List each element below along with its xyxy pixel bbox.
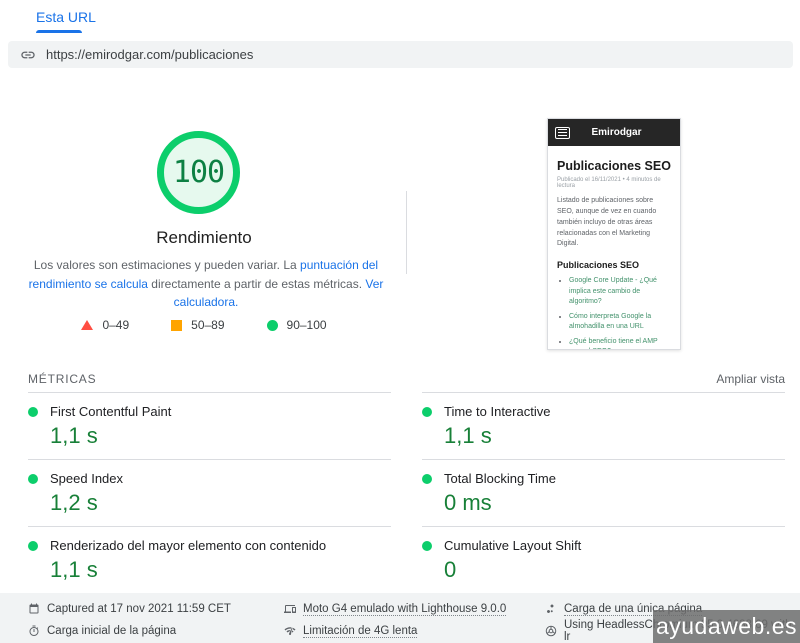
single-page-icon [545, 603, 557, 615]
metric-value: 0 [444, 557, 785, 583]
hamburger-menu-icon [555, 127, 570, 139]
preview-heading: Publicaciones SEO [557, 159, 671, 173]
legend-pass-label: 90–100 [287, 318, 327, 332]
legend-fail: 0–49 [81, 318, 129, 332]
desc-text-1: Los valores son estimaciones y pueden va… [34, 258, 300, 272]
pass-dot-icon [422, 407, 432, 417]
metric-label: Cumulative Layout Shift [444, 538, 581, 553]
legend-average: 50–89 [171, 318, 224, 332]
metric-value: 1,2 s [50, 490, 391, 516]
legend-fail-label: 0–49 [102, 318, 129, 332]
metric-value: 1,1 s [444, 423, 785, 449]
pagespeed-report: Esta URL https://emirodgar.com/publicaci… [0, 0, 800, 643]
metric-cumulative-layout-shift: Cumulative Layout Shift 0 [422, 527, 785, 594]
watermark: ayudaweb.es [653, 610, 800, 643]
square-icon [171, 320, 182, 331]
devices-icon [284, 603, 296, 615]
preview-meta: Publicado el 16/11/2021 • 4 minutos de l… [557, 177, 671, 189]
score-value: 100 [173, 155, 224, 190]
triangle-icon [81, 320, 93, 330]
score-legend: 0–49 50–89 90–100 [0, 318, 408, 332]
metric-total-blocking-time: Total Blocking Time 0 ms [422, 460, 785, 527]
footer-column-2: Moto G4 emulado with Lighthouse 9.0.0 Li… [284, 601, 506, 639]
legend-average-label: 50–89 [191, 318, 224, 332]
preview-site-title: Emirodgar [570, 127, 673, 138]
vertical-divider [406, 191, 407, 274]
metrics-grid: First Contentful Paint 1,1 s Time to Int… [28, 392, 785, 594]
preview-subheading: Publicaciones SEO [557, 260, 671, 270]
metric-value: 0 ms [444, 490, 785, 516]
metric-label: First Contentful Paint [50, 404, 171, 419]
preview-body: Publicaciones SEO Publicado el 16/11/202… [548, 146, 680, 350]
metric-first-contentful-paint: First Contentful Paint 1,1 s [28, 392, 391, 460]
stopwatch-icon [28, 625, 40, 637]
pass-dot-icon [28, 474, 38, 484]
list-item: Google Core Update - ¿Qué implica este c… [569, 276, 671, 308]
performance-score-gauge: 100 [157, 131, 240, 214]
metrics-section-title: MÉTRICAS [28, 372, 96, 386]
page-screenshot-thumbnail[interactable]: Emirodgar Publicaciones SEO Publicado el… [547, 118, 681, 350]
pass-dot-icon [422, 541, 432, 551]
metric-speed-index: Speed Index 1,2 s [28, 460, 391, 527]
preview-site-header: Emirodgar [548, 119, 680, 146]
tab-active-underline [36, 30, 82, 33]
metric-label: Total Blocking Time [444, 471, 556, 486]
tab-esta-url[interactable]: Esta URL [36, 9, 96, 25]
metric-label: Time to Interactive [444, 404, 550, 419]
link-icon [20, 47, 36, 63]
metric-value: 1,1 s [50, 423, 391, 449]
score-description: Los valores son estimaciones y pueden va… [25, 256, 387, 312]
calendar-icon [28, 603, 40, 615]
circle-icon [267, 320, 278, 331]
legend-pass: 90–100 [267, 318, 327, 332]
list-item: Cómo interpreta Google la almohadilla en… [569, 312, 671, 333]
metric-largest-contentful-paint: Renderizado del mayor elemento con conte… [28, 527, 391, 594]
pass-dot-icon [28, 541, 38, 551]
network-throttling[interactable]: Limitación de 4G lenta [284, 623, 506, 639]
network-icon [284, 625, 296, 637]
footer-column-1: Captured at 17 nov 2021 11:59 CET Carga … [28, 601, 231, 639]
url-bar[interactable]: https://emirodgar.com/publicaciones [8, 41, 793, 68]
expand-view-button[interactable]: Ampliar vista [716, 372, 785, 386]
emulated-device[interactable]: Moto G4 emulado with Lighthouse 9.0.0 [284, 601, 506, 617]
metric-value: 1,1 s [50, 557, 391, 583]
preview-paragraph: Listado de publicaciones sobre SEO, aunq… [557, 196, 671, 250]
pass-dot-icon [28, 407, 38, 417]
metric-label: Renderizado del mayor elemento con conte… [50, 538, 326, 553]
gauge-category-label: Rendimiento [0, 228, 408, 248]
initial-page-load: Carga inicial de la página [28, 623, 231, 639]
chrome-icon [545, 625, 557, 637]
metric-label: Speed Index [50, 471, 123, 486]
desc-text-2: directamente a partir de estas métricas. [148, 277, 365, 291]
url-text: https://emirodgar.com/publicaciones [46, 47, 253, 62]
preview-article-list: Google Core Update - ¿Qué implica este c… [557, 276, 671, 350]
captured-at: Captured at 17 nov 2021 11:59 CET [28, 601, 231, 617]
list-item: ¿Qué beneficio tiene el AMP para el SEO? [569, 337, 671, 350]
metric-time-to-interactive: Time to Interactive 1,1 s [422, 392, 785, 460]
pass-dot-icon [422, 474, 432, 484]
